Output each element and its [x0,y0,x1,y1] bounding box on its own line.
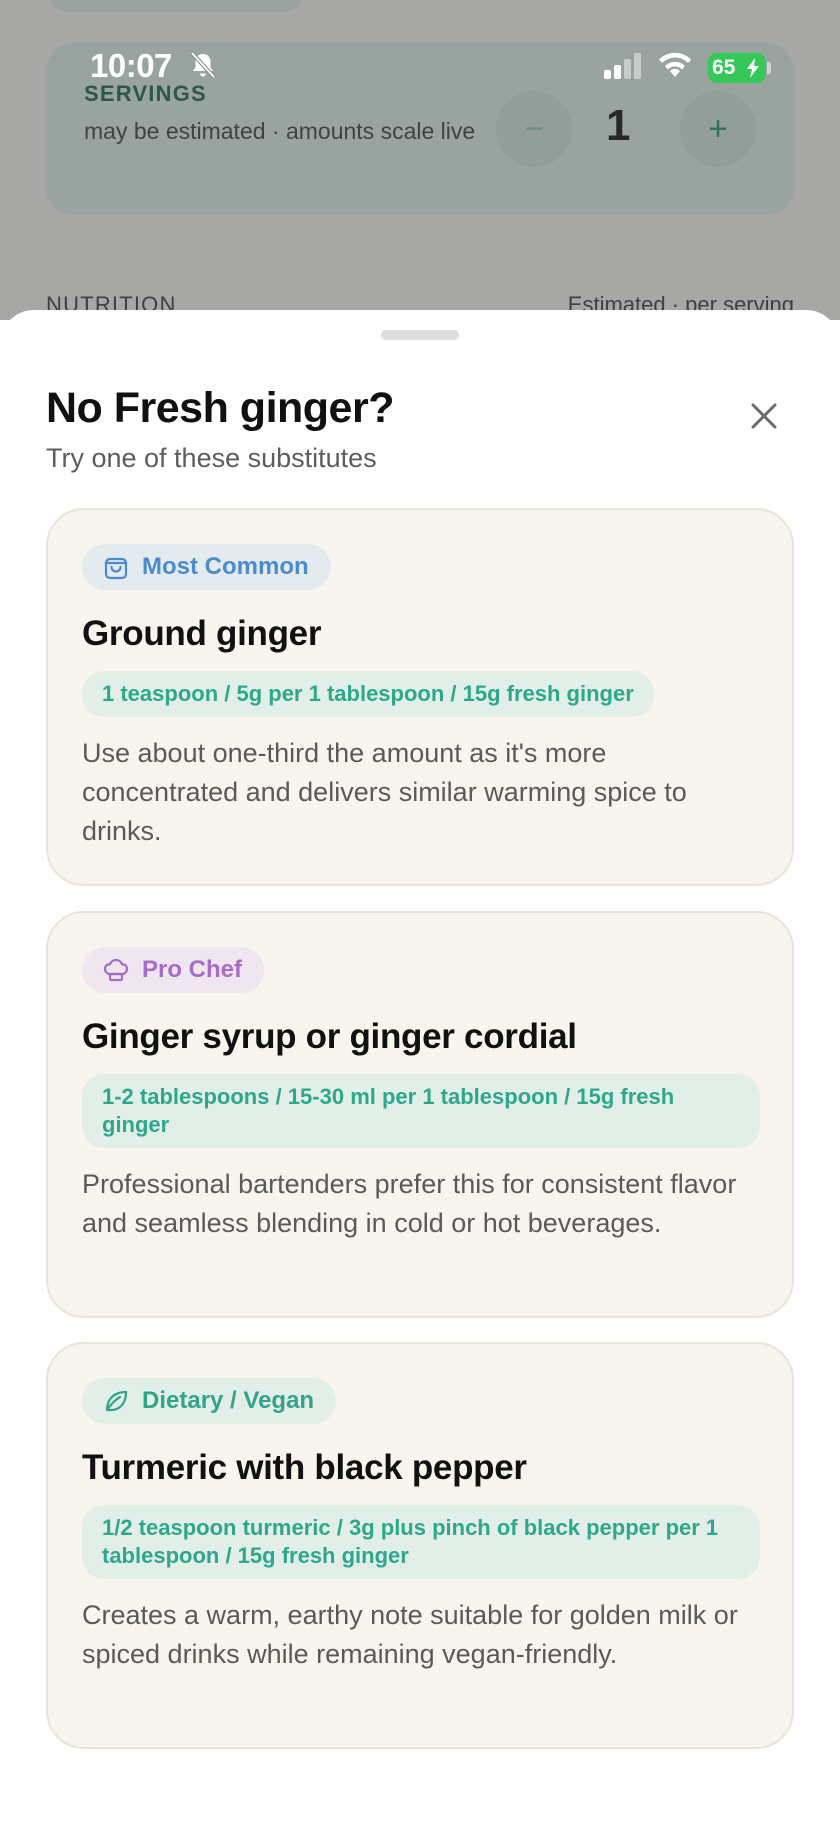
leaf-icon [105,1390,128,1412]
substitute-card[interactable]: Most Common Ground ginger 1 teaspoon / 5… [46,508,794,886]
bell-slash-icon [190,51,216,79]
substitute-card[interactable]: Dietary / Vegan Turmeric with black pepp… [46,1342,794,1749]
substitute-amount: 1 teaspoon / 5g per 1 tablespoon / 15g f… [82,671,654,717]
battery-level: 65 [712,56,736,79]
substitute-description: Professional bartenders prefer this for … [82,1169,737,1238]
battery-cap [767,62,771,74]
substitute-name: Ginger syrup or ginger cordial [82,1017,577,1056]
shopping-bag-icon [104,557,128,580]
cellular-signal-icon [604,53,641,79]
substitute-tag: Pro Chef [82,947,265,993]
substitutes-sheet: No Fresh ginger? Try one of these substi… [0,310,840,1825]
close-icon [751,403,777,429]
substitute-tag: Most Common [82,544,331,590]
sheet-title: No Fresh ginger? [46,384,394,432]
substitute-tag-label: Pro Chef [142,956,243,983]
chef-hat-icon [103,958,129,982]
charging-bolt-icon [747,58,759,78]
status-time: 10:07 [90,47,172,84]
substitute-tag-label: Most Common [142,553,309,580]
sheet-subtitle: Try one of these substitutes [46,443,377,473]
substitute-amount: 1-2 tablespoons / 15-30 ml per 1 tablesp… [82,1074,760,1148]
substitute-description: Use about one-third the amount as it's m… [82,738,687,846]
battery-charging-icon: 65 [708,53,766,83]
status-bar: 10:07 65 [0,0,840,84]
substitute-name: Turmeric with black pepper [82,1448,527,1487]
close-button[interactable] [736,388,792,444]
substitute-card[interactable]: Pro Chef Ginger syrup or ginger cordial … [46,911,794,1318]
substitute-description: Creates a warm, earthy note suitable for… [82,1600,738,1669]
substitute-tag: Dietary / Vegan [82,1378,337,1424]
substitute-name: Ground ginger [82,614,322,653]
wifi-icon [659,52,691,77]
substitute-tag-label: Dietary / Vegan [142,1387,315,1414]
substitute-amount: 1/2 teaspoon turmeric / 3g plus pinch of… [82,1505,760,1579]
sheet-grabber[interactable] [381,330,459,340]
